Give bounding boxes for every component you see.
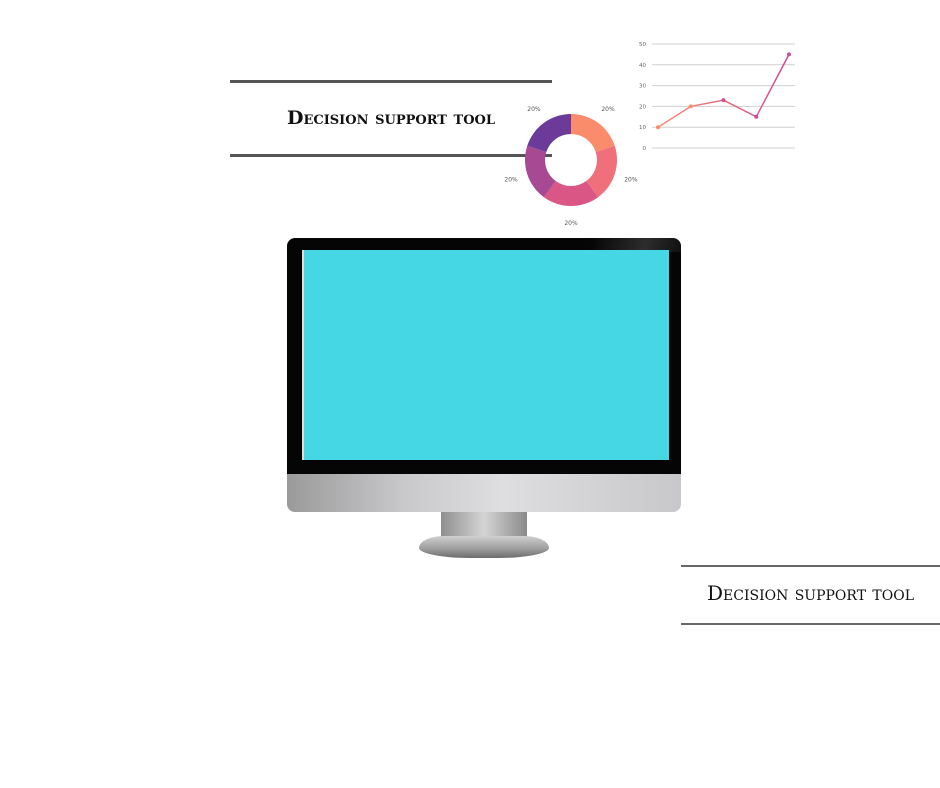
donut-label: 20%	[504, 176, 518, 183]
data-point	[754, 114, 759, 119]
top-rule	[681, 565, 940, 567]
donut-chart: 20% 20% 20% 20% 20%	[504, 106, 638, 227]
donut-label: 20%	[527, 106, 541, 113]
data-point	[721, 98, 726, 103]
monitor-bezel	[287, 238, 681, 476]
monitor-screen	[302, 250, 669, 460]
data-point	[787, 52, 791, 57]
y-tick-label: 10	[639, 125, 646, 131]
donut-label: 20%	[564, 220, 578, 227]
top-rule	[230, 80, 552, 83]
y-tick-label: 20	[639, 104, 646, 110]
donut-label: 20%	[601, 106, 615, 113]
bottom-title: Decision support tool	[707, 581, 914, 605]
monitor-stand-foot	[419, 536, 549, 558]
y-tick-label: 40	[639, 63, 646, 69]
title-block-bottom: Decision support tool	[681, 565, 940, 627]
y-tick-label: 30	[639, 84, 646, 90]
data-point	[656, 125, 660, 130]
y-tick-label: 50	[639, 42, 646, 48]
bottom-rule	[681, 623, 940, 625]
data-point	[688, 104, 693, 109]
donut-slice	[571, 114, 615, 152]
y-tick-label: 0	[643, 146, 647, 152]
line-chart: 0 10 20 30 40 50	[639, 42, 795, 152]
donut-label: 20%	[624, 176, 638, 183]
monitor-stand-neck	[441, 512, 527, 538]
donut-slice	[527, 114, 571, 152]
monitor	[287, 238, 681, 560]
series-line	[657, 54, 790, 128]
monitor-chin	[287, 474, 681, 512]
